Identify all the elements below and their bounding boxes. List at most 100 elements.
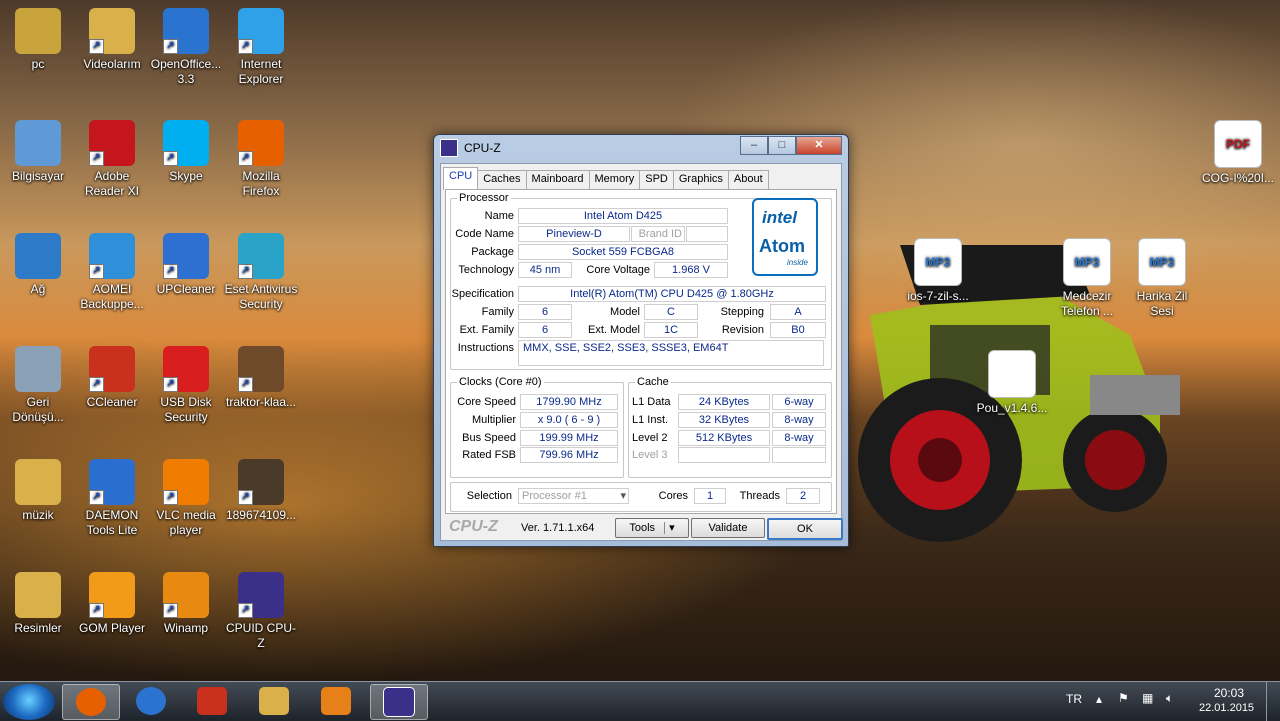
desktop-icon[interactable]: ↗ AOMEI Backuppe... bbox=[74, 233, 150, 312]
desktop-icon-label: CCleaner bbox=[86, 395, 138, 409]
tools-button[interactable]: Tools ▾ bbox=[615, 518, 689, 538]
window-title: CPU-Z bbox=[464, 141, 501, 155]
desktop-icon[interactable]: ↗ Winamp bbox=[148, 572, 224, 636]
desktop-icon-label: Skype bbox=[169, 169, 203, 183]
desktop-file-mp3[interactable]: MP3 ios-7-zil-s... bbox=[900, 238, 976, 304]
level3-label: Level 3 bbox=[632, 449, 668, 461]
shortcut-arrow-icon: ↗ bbox=[163, 264, 178, 279]
bottom-bar: CPU-Z Ver. 1.71.1.x64 Tools ▾ Validate O… bbox=[445, 516, 843, 540]
tab-caches[interactable]: Caches bbox=[477, 170, 527, 190]
window-titlebar[interactable]: CPU-Z – □ ✕ bbox=[434, 135, 848, 161]
l1inst-value: 32 KBytes bbox=[678, 412, 770, 428]
family-label: Family bbox=[481, 306, 514, 318]
desktop-icon[interactable]: ↗ UPCleaner bbox=[148, 233, 224, 297]
cpu-tab-panel: Processor Name Intel Atom D425 Code Name… bbox=[445, 189, 837, 514]
desktop-icon-label: Geri Dönüşü... bbox=[12, 395, 64, 424]
clock-time[interactable]: 20:03 bbox=[1214, 686, 1244, 700]
processor-select[interactable]: Processor #1 ▾ bbox=[518, 488, 629, 504]
cpuz-icon bbox=[383, 687, 415, 717]
desktop-icon[interactable]: ↗ Mozilla Firefox bbox=[223, 120, 299, 199]
taskbar-firefox[interactable] bbox=[62, 684, 120, 720]
desktop-icon[interactable]: ↗ VLC media player bbox=[148, 459, 224, 538]
voltage-label: Core Voltage bbox=[586, 264, 650, 276]
show-desktop-button[interactable] bbox=[1266, 682, 1280, 721]
tab-mainboard[interactable]: Mainboard bbox=[525, 170, 590, 190]
taskbar-media-player[interactable] bbox=[308, 684, 364, 718]
cpuz-app-icon bbox=[440, 139, 458, 157]
shortcut-arrow-icon: ↗ bbox=[89, 264, 104, 279]
extmodel-label: Ext. Model bbox=[588, 324, 640, 336]
desktop-icon-label: GOM Player bbox=[78, 621, 145, 635]
clock-date[interactable]: 22.01.2015 bbox=[1199, 702, 1254, 714]
desktop-icon[interactable]: ↗ Videolarım bbox=[74, 8, 150, 72]
close-button[interactable]: ✕ bbox=[796, 136, 842, 155]
taskbar-explorer[interactable] bbox=[246, 684, 302, 718]
desktop-icon[interactable]: ↗ Eset Antivirus Security bbox=[223, 233, 299, 312]
app-icon bbox=[15, 233, 61, 279]
action-center-flag-icon[interactable]: ⚑ bbox=[1118, 691, 1129, 705]
desktop-icon[interactable]: ↗ OpenOffice... 3.3 bbox=[148, 8, 224, 87]
start-button[interactable] bbox=[3, 684, 55, 720]
desktop-icon[interactable]: Bilgisayar bbox=[0, 120, 76, 184]
desktop-file-mp3[interactable]: MP3 Harika Zil Sesi bbox=[1124, 238, 1200, 319]
desktop-icon[interactable]: ↗ Internet Explorer bbox=[223, 8, 299, 87]
desktop-icon[interactable]: müzik bbox=[0, 459, 76, 523]
core-speed-label: Core Speed bbox=[457, 396, 516, 408]
folder-icon bbox=[259, 687, 289, 715]
model-label: Model bbox=[610, 306, 640, 318]
desktop-icon-label: DAEMON Tools Lite bbox=[85, 508, 139, 537]
app-icon: ↗ bbox=[163, 120, 209, 166]
desktop-icon[interactable]: ↗ GOM Player bbox=[74, 572, 150, 636]
desktop-icon[interactable]: ↗ USB Disk Security bbox=[148, 346, 224, 425]
package-value: Socket 559 FCBGA8 bbox=[518, 244, 728, 260]
maximize-button[interactable]: □ bbox=[768, 136, 796, 155]
desktop-icon-label: AOMEI Backuppe... bbox=[80, 282, 144, 311]
desktop-icon[interactable]: ↗ traktor-klaa... bbox=[223, 346, 299, 410]
validate-button[interactable]: Validate bbox=[691, 518, 765, 538]
desktop-icon[interactable]: ↗ CCleaner bbox=[74, 346, 150, 410]
ok-button[interactable]: OK bbox=[767, 518, 843, 540]
desktop-icon[interactable]: ↗ DAEMON Tools Lite bbox=[74, 459, 150, 538]
desktop-icon-label: Mozilla Firefox bbox=[242, 169, 280, 198]
desktop-icon-label: OpenOffice... 3.3 bbox=[150, 57, 222, 86]
volume-icon[interactable]: 🔈︎ bbox=[1166, 691, 1173, 706]
desktop-icon[interactable]: pc bbox=[0, 8, 76, 72]
minimize-button[interactable]: – bbox=[740, 136, 768, 155]
tab-spd[interactable]: SPD bbox=[639, 170, 674, 190]
tab-about[interactable]: About bbox=[727, 170, 769, 190]
media-player-icon bbox=[321, 687, 351, 715]
bus-speed-value: 199.99 MHz bbox=[520, 430, 618, 446]
desktop-icon[interactable]: ↗ Adobe Reader XI bbox=[74, 120, 150, 199]
network-icon[interactable]: ▦ bbox=[1142, 691, 1153, 705]
atom-logo-text: Atom bbox=[759, 236, 805, 256]
tab-memory[interactable]: Memory bbox=[588, 170, 641, 190]
show-hidden-icons-icon[interactable]: ▴ bbox=[1096, 692, 1102, 706]
taskbar-ccleaner[interactable] bbox=[184, 684, 240, 718]
desktop-icon-label: müzik bbox=[22, 508, 54, 522]
desktop-icon[interactable]: Geri Dönüşü... bbox=[0, 346, 76, 425]
shortcut-arrow-icon: ↗ bbox=[163, 377, 178, 392]
app-icon: ↗ bbox=[163, 459, 209, 505]
language-indicator[interactable]: TR bbox=[1066, 692, 1082, 706]
tools-dropdown-icon: ▾ bbox=[664, 522, 675, 534]
tab-cpu[interactable]: CPU bbox=[443, 167, 479, 190]
desktop-file-mp3[interactable]: MP3 Medcezir Telefon ... bbox=[1049, 238, 1125, 319]
desktop-icon[interactable]: ↗ CPUID CPU-Z bbox=[223, 572, 299, 651]
desktop-file-generic[interactable]: Pou_v1.4.6... bbox=[974, 350, 1050, 416]
shortcut-arrow-icon: ↗ bbox=[238, 39, 253, 54]
app-icon: ↗ bbox=[163, 346, 209, 392]
desktop-icon[interactable]: ↗ Skype bbox=[148, 120, 224, 184]
mp3-file-icon: MP3 bbox=[1138, 238, 1186, 286]
app-icon: ↗ bbox=[89, 459, 135, 505]
desktop-icon-label: Winamp bbox=[163, 621, 208, 635]
taskbar-openoffice[interactable] bbox=[123, 684, 179, 718]
brandid-value bbox=[686, 226, 728, 242]
taskbar-cpuz[interactable] bbox=[370, 684, 428, 720]
desktop-icon[interactable]: Resimler bbox=[0, 572, 76, 636]
desktop-file-pdf[interactable]: PDF COG-I%20I... bbox=[1200, 120, 1276, 186]
pdf-file-icon: PDF bbox=[1214, 120, 1262, 168]
extmodel-value: 1C bbox=[644, 322, 698, 338]
desktop-icon[interactable]: Ağ bbox=[0, 233, 76, 297]
tab-graphics[interactable]: Graphics bbox=[672, 170, 729, 190]
desktop-icon[interactable]: ↗ 189674109... bbox=[223, 459, 299, 523]
